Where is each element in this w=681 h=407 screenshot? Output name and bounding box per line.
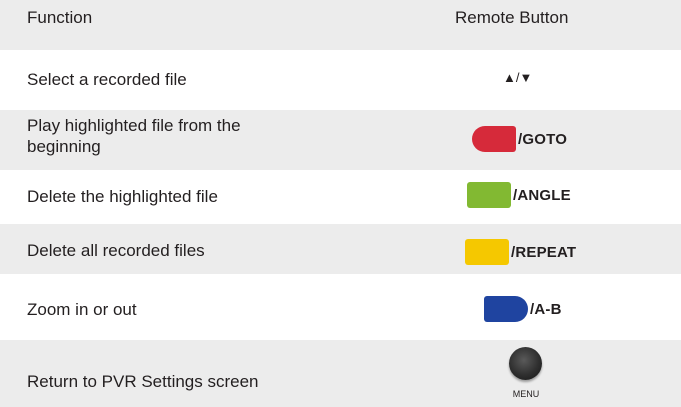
green-angle-button: /ANGLE	[467, 182, 571, 208]
function-return-pvr-settings: Return to PVR Settings screen	[27, 372, 259, 391]
blue-key-icon	[484, 296, 528, 322]
function-play-from-beginning-line1: Play highlighted file from the	[27, 116, 241, 135]
angle-label: /ANGLE	[513, 186, 571, 204]
menu-round-key	[509, 347, 542, 380]
menu-label: MENU	[512, 389, 540, 399]
table-row: Select a recorded file ▲/▼	[0, 62, 681, 98]
function-play-from-beginning-line2: beginning	[27, 137, 101, 156]
red-goto-button: /GOTO	[472, 126, 567, 152]
function-select-file: Select a recorded file	[27, 70, 187, 89]
remote-button-column-header: Remote Button	[455, 8, 569, 27]
table-row: Delete the highlighted file /ANGLE	[0, 176, 681, 216]
table-header: Function Remote Button	[0, 0, 681, 50]
function-delete-highlighted: Delete the highlighted file	[27, 187, 218, 206]
ab-label: /A-B	[530, 300, 562, 318]
goto-label: /GOTO	[518, 130, 568, 148]
yellow-key-icon	[465, 239, 509, 265]
red-key-icon	[472, 126, 516, 152]
table-row: Return to PVR Settings screen	[0, 340, 681, 407]
function-zoom: Zoom in or out	[27, 300, 137, 319]
function-column-header: Function	[27, 8, 93, 27]
menu-button-icon: MENU	[509, 347, 545, 401]
repeat-label: /REPEAT	[511, 243, 577, 261]
table-row: Zoom in or out /A-B	[0, 282, 681, 328]
green-key-icon	[467, 182, 511, 208]
function-delete-all: Delete all recorded files	[27, 241, 205, 260]
table-row: Play highlighted file from the beginning…	[0, 110, 681, 170]
blue-ab-button: /A-B	[484, 296, 562, 322]
remote-function-table: Function Remote Button Select a recorded…	[0, 0, 681, 407]
up-down-arrow-keys: ▲/▼	[503, 70, 533, 85]
table-row: Delete all recorded files /REPEAT	[0, 224, 681, 274]
yellow-repeat-button: /REPEAT	[465, 239, 576, 265]
